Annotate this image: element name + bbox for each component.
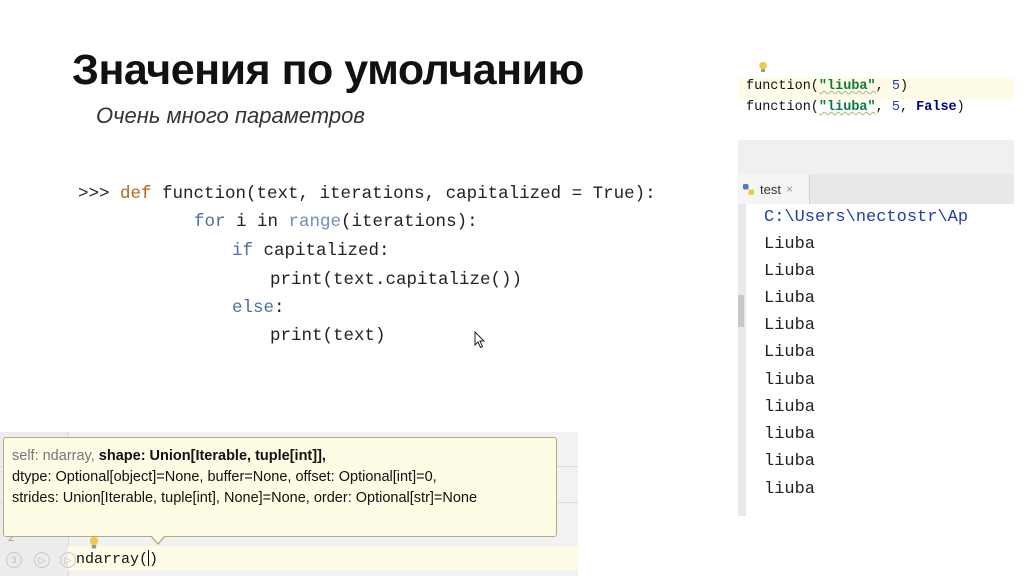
console-output-line: liuba [764, 398, 816, 417]
code-line-6: print(text) [270, 326, 386, 346]
console-output-line: Liuba [764, 316, 816, 335]
snippet-line-1: function("liuba", 5) [746, 79, 909, 94]
tab-test[interactable]: test × [738, 174, 810, 204]
code-snippet-panel: function("liuba", 5) function("liuba", 5… [738, 58, 1014, 128]
close-icon[interactable]: × [786, 182, 793, 196]
console-output-line: liuba [764, 452, 816, 471]
code-line-1: >>> def function(text, iterations, capit… [78, 184, 656, 204]
code-line-2: for i in range(iterations): [194, 212, 478, 232]
tooltip-line-2: dtype: Optional[object]=None, buffer=Non… [12, 469, 437, 485]
slide-subtitle: Очень много параметров [96, 103, 365, 128]
console-output-line: liuba [764, 371, 816, 390]
lightbulb-icon[interactable] [88, 536, 100, 550]
console-output-line: Liuba [764, 289, 816, 308]
code-line-3: if capitalized: [232, 241, 390, 261]
console-output-line: Liuba [764, 262, 816, 281]
lightbulb-icon[interactable] [758, 61, 768, 73]
line-number-circle: 3 [6, 552, 22, 568]
tooltip-arrow-fill [151, 535, 165, 543]
code-line-5: else: [232, 298, 285, 318]
console-output-line: Liuba [764, 343, 816, 362]
run-console-panel: test × C:\Users\nectostr\Ap Liuba Liuba … [738, 140, 1014, 516]
tab-label: test [760, 181, 781, 197]
snippet-line-2: function("liuba", 5, False) [746, 100, 965, 115]
play-icon[interactable]: ▷ [34, 552, 50, 568]
skip-icon[interactable]: ▷ [60, 552, 76, 568]
code-line-4: print(text.capitalize()) [270, 270, 523, 290]
console-tab-bar: test × [738, 174, 1014, 205]
tooltip-line-3: strides: Union[Iterable, tuple[int], Non… [12, 490, 478, 506]
console-scrollbar[interactable] [738, 295, 744, 327]
tooltip-line-1: self: ndarray, shape: Union[Iterable, tu… [12, 448, 326, 464]
console-output-line: Liuba [764, 235, 816, 254]
mouse-pointer-icon [474, 331, 486, 349]
python-file-icon [743, 183, 754, 195]
console-output-line: liuba [764, 480, 816, 499]
editor-code-line[interactable]: ndarray() [76, 550, 158, 568]
console-gutter [738, 204, 746, 516]
parameter-info-tooltip: self: ndarray, shape: Union[Iterable, tu… [3, 437, 557, 537]
console-output-line: liuba [764, 425, 816, 444]
console-output: C:\Users\nectostr\Ap Liuba Liuba Liuba L… [746, 204, 1014, 516]
slide-title: Значения по умолчанию [72, 46, 584, 94]
console-path-line: C:\Users\nectostr\Ap [764, 208, 969, 227]
